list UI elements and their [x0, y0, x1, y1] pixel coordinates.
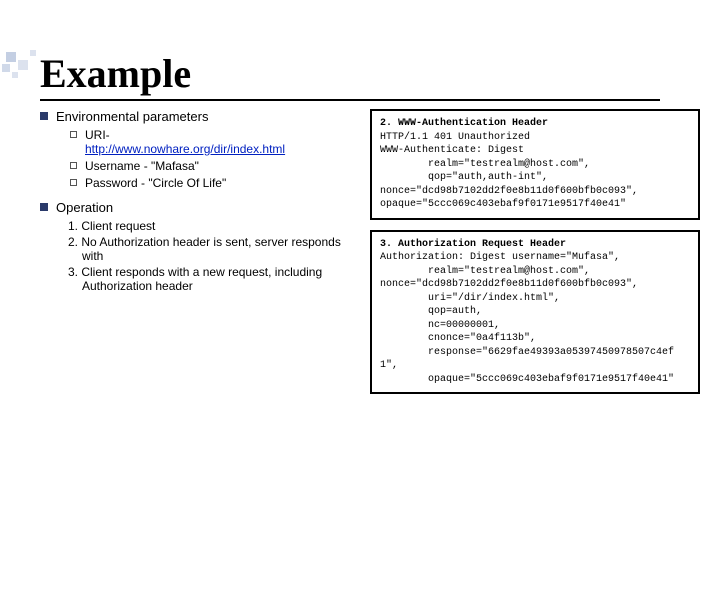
box-title: 3. Authorization Request Header	[380, 239, 566, 250]
bullet-icon	[40, 112, 48, 120]
hollow-bullet-icon	[70, 131, 77, 138]
hollow-bullet-icon	[70, 179, 77, 186]
code-line: opaque="5ccc069c403ebaf9f0171e9517f40e41…	[380, 373, 690, 387]
code-line: realm="testrealm@host.com",	[380, 265, 690, 279]
code-line: nonce="dcd98b7102dd2f0e8b11d0f600bfb0c09…	[380, 278, 690, 292]
op-step: 3. Client responds with a new request, i…	[68, 265, 360, 293]
code-line: uri="/dir/index.html",	[380, 292, 690, 306]
env-item-uri: URI-http://www.nowhare.org/dir/index.htm…	[70, 128, 360, 156]
code-line: nc=00000001,	[380, 319, 690, 333]
hollow-bullet-icon	[70, 162, 77, 169]
left-column: Environmental parameters URI-http://www.…	[40, 109, 370, 404]
box-www-auth: 2. WWW-Authentication Header HTTP/1.1 40…	[370, 109, 700, 220]
env-heading: Environmental parameters	[40, 109, 360, 124]
code-line: cnonce="0a4f113b",	[380, 332, 690, 346]
code-line: nonce="dcd98b7102dd2f0e8b11d0f600bfb0c09…	[380, 185, 690, 199]
op-heading: Operation	[40, 200, 360, 215]
box-title: 2. WWW-Authentication Header	[380, 118, 548, 129]
code-line: qop=auth,	[380, 305, 690, 319]
op-step: 1. Client request	[68, 219, 360, 233]
slide-title: Example	[40, 50, 660, 101]
env-item-username: Username - "Mafasa"	[70, 159, 360, 173]
code-line: WWW-Authenticate: Digest	[380, 144, 690, 158]
code-line: HTTP/1.1 401 Unauthorized	[380, 131, 690, 145]
code-line: qop="auth,auth-int",	[380, 171, 690, 185]
op-step: 2. No Authorization header is sent, serv…	[68, 235, 360, 263]
code-line: response="6629fae49393a05397450978507c4e…	[380, 346, 690, 373]
right-column: 2. WWW-Authentication Header HTTP/1.1 40…	[370, 109, 700, 404]
bullet-icon	[40, 203, 48, 211]
uri-link[interactable]: http://www.nowhare.org/dir/index.html	[85, 142, 285, 156]
code-line: realm="testrealm@host.com",	[380, 158, 690, 172]
corner-decoration	[0, 50, 80, 80]
box-auth-request: 3. Authorization Request Header Authoriz…	[370, 230, 700, 395]
env-item-password: Password - "Circle Of Life"	[70, 176, 360, 190]
code-line: Authorization: Digest username="Mufasa",	[380, 251, 690, 265]
code-line: opaque="5ccc069c403ebaf9f0171e9517f40e41…	[380, 198, 690, 212]
